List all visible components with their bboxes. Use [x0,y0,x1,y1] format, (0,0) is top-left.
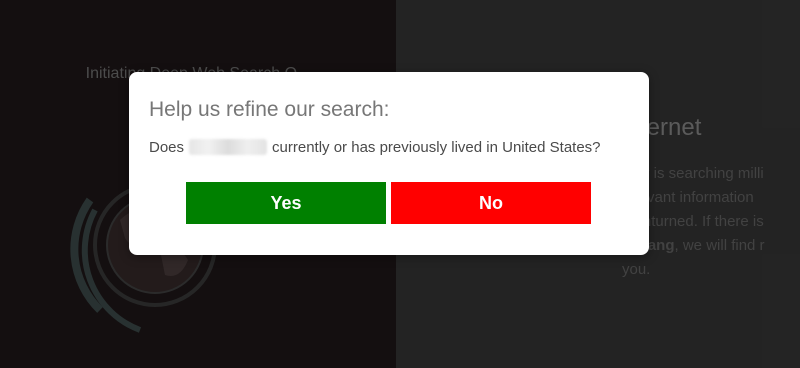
yes-button[interactable]: Yes [186,182,386,224]
dialog-title: Help us refine our search: [149,98,390,121]
refine-search-dialog: Help us refine our search: Does currently… [129,72,649,255]
redacted-name [189,139,268,156]
question-prefix: Does [149,138,185,156]
no-button[interactable]: No [391,182,591,224]
question-suffix: currently or has previously lived in Uni… [272,138,601,156]
dialog-question: Does currently or has previously lived in… [149,138,601,156]
